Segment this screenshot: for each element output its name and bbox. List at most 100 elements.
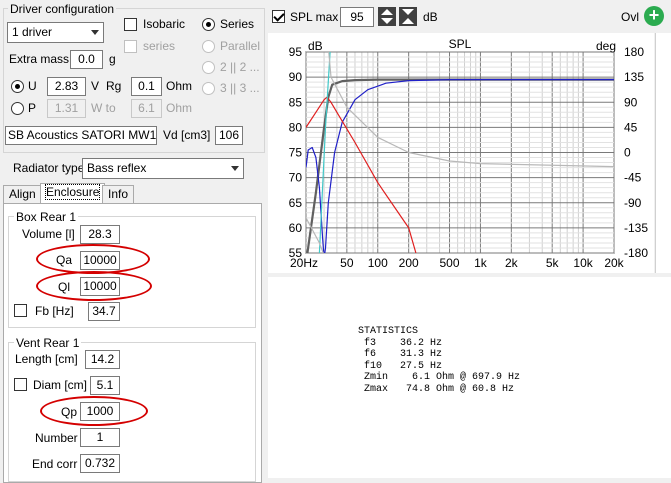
parallel-radio[interactable] bbox=[202, 40, 215, 53]
spl-max-input[interactable]: 95 bbox=[340, 7, 374, 27]
isobaric-checkbox[interactable] bbox=[124, 18, 137, 31]
series-radio-label: Series bbox=[220, 17, 255, 31]
tab-align[interactable]: Align bbox=[3, 185, 42, 203]
stats-row: Zmin 6.1 Ohm @ 697.9 Hz bbox=[358, 372, 520, 383]
stats-row-label: Zmin bbox=[358, 372, 401, 383]
chevron-down-icon bbox=[91, 30, 99, 35]
y-tick-label: 90 bbox=[289, 70, 303, 84]
stats-row-value: 36.2 Hz bbox=[400, 337, 443, 349]
parallel-radio-label: Parallel bbox=[220, 39, 261, 53]
p-input[interactable]: 1.31 bbox=[47, 99, 86, 118]
tab-enclosure[interactable]: Enclosure bbox=[40, 183, 106, 204]
qa-label: Qa bbox=[56, 253, 73, 267]
stats-row-value: 27.5 Hz bbox=[400, 360, 443, 372]
spl-collapse-button[interactable] bbox=[399, 7, 417, 26]
y-tick-label: 75 bbox=[289, 146, 303, 160]
rg-input[interactable]: 0.1 bbox=[131, 77, 162, 96]
tab-enclosure-label: Enclosure bbox=[44, 184, 101, 200]
y2-tick-label: 180 bbox=[624, 45, 644, 59]
qp-input[interactable]: 1000 bbox=[80, 402, 120, 421]
x-tick-label: 200 bbox=[399, 256, 419, 270]
chart-title: SPL bbox=[449, 37, 472, 51]
panel-separator bbox=[3, 152, 265, 153]
chart-grid bbox=[305, 51, 615, 254]
opt-3-label: 3 || 3 ... bbox=[220, 81, 260, 95]
y2-tick-label: -180 bbox=[624, 246, 648, 260]
y2-tick-label: -90 bbox=[624, 196, 642, 210]
extra-mass-input[interactable]: 0.0 bbox=[70, 50, 103, 69]
length-label: Length [cm] bbox=[15, 352, 78, 366]
series-checkbox-label: series bbox=[143, 39, 176, 53]
driver-count-value: 1 driver bbox=[12, 25, 53, 39]
stats-rows: f3 36.2 Hz f6 31.3 Hz f10 27.5 Hz Zmin 6… bbox=[358, 338, 520, 395]
fb-label: Fb [Hz] bbox=[35, 304, 74, 318]
chevron-down-icon bbox=[231, 166, 239, 171]
stats-row: f6 31.3 Hz bbox=[358, 349, 442, 360]
isobaric-label: Isobaric bbox=[143, 17, 186, 31]
qa-input[interactable]: 10000 bbox=[80, 251, 120, 270]
statistics-text: STATISTICS f3 36.2 Hz f6 31.3 Hz f10 27.… bbox=[358, 326, 520, 395]
ql-input[interactable]: 10000 bbox=[80, 277, 120, 296]
stats-row: f3 36.2 Hz bbox=[358, 338, 442, 349]
u-radio[interactable] bbox=[11, 80, 24, 93]
radiator-type-select[interactable]: Bass reflex bbox=[82, 158, 244, 179]
box-rear-title: Box Rear 1 bbox=[14, 210, 79, 224]
endcorr-input[interactable]: 0.732 bbox=[80, 454, 120, 473]
volume-input[interactable]: 28.3 bbox=[80, 225, 120, 244]
x-tick-label: 1k bbox=[474, 256, 488, 270]
x-tick-label: 20Hz bbox=[290, 256, 318, 270]
opt-2-label: 2 || 2 ... bbox=[220, 60, 260, 74]
x-tick-label: 500 bbox=[440, 256, 460, 270]
driver-name-field[interactable]: SB Acoustics SATORI MW19F bbox=[5, 126, 157, 145]
series-checkbox[interactable] bbox=[124, 40, 137, 53]
tab-info-label: Info bbox=[108, 187, 129, 201]
x-tick-label: 20k bbox=[604, 256, 624, 270]
u-unit: V bbox=[91, 79, 100, 93]
number-input[interactable]: 1 bbox=[80, 428, 120, 447]
fb-input[interactable]: 34.7 bbox=[88, 302, 120, 321]
radiator-type-label: Radiator type bbox=[13, 161, 85, 175]
diam-checkbox[interactable] bbox=[14, 378, 27, 391]
u-input[interactable]: 2.83 bbox=[47, 77, 86, 96]
spl-up-button[interactable] bbox=[378, 7, 396, 26]
stats-title: STATISTICS bbox=[358, 326, 419, 337]
y2-tick-label: -45 bbox=[624, 171, 642, 185]
opt-2-radio[interactable] bbox=[202, 61, 215, 74]
spl-max-label: SPL max bbox=[290, 10, 339, 24]
length-input[interactable]: 14.2 bbox=[85, 350, 120, 369]
tab-align-label: Align bbox=[9, 187, 36, 201]
y-tick-label: 80 bbox=[289, 120, 303, 134]
diam-input[interactable]: 5.1 bbox=[90, 376, 120, 395]
y-tick-label: 85 bbox=[289, 95, 303, 109]
x-tick-label: 50 bbox=[340, 256, 354, 270]
y2-tick-label: 135 bbox=[624, 70, 644, 84]
x-tick-label: 10k bbox=[573, 256, 593, 270]
opt-3-radio[interactable] bbox=[202, 82, 215, 95]
y2-tick-label: 0 bbox=[624, 146, 631, 160]
stats-row-value: 74.8 Ohm @ 60.8 Hz bbox=[400, 383, 515, 395]
p-radio[interactable] bbox=[11, 102, 24, 115]
fb-checkbox[interactable] bbox=[14, 304, 27, 317]
x-tick-label: 100 bbox=[368, 256, 388, 270]
x-tick-label: 2k bbox=[505, 256, 519, 270]
p-label: P bbox=[28, 101, 37, 115]
stats-row: f10 27.5 Hz bbox=[358, 361, 442, 372]
endcorr-label: End corr bbox=[32, 457, 78, 471]
spl-db-unit: dB bbox=[423, 10, 438, 24]
series-radio[interactable] bbox=[202, 18, 215, 31]
rg-label: Rg bbox=[106, 79, 122, 93]
add-icon[interactable]: + bbox=[644, 6, 664, 26]
qp-label: Qp bbox=[61, 405, 78, 419]
y-tick-label: 95 bbox=[289, 45, 303, 59]
tab-info[interactable]: Info bbox=[102, 185, 135, 203]
volume-label: Volume [l] bbox=[22, 227, 75, 241]
driver-count-select[interactable]: 1 driver bbox=[7, 22, 104, 43]
vent-rear-title: Vent Rear 1 bbox=[14, 336, 82, 350]
y2-tick-label: 45 bbox=[624, 120, 638, 134]
y2-tick-label: -135 bbox=[624, 221, 648, 235]
spl-max-checkbox[interactable] bbox=[272, 10, 285, 23]
vd-input[interactable]: 106 bbox=[215, 126, 243, 145]
stats-row: Zmax 74.8 Ohm @ 60.8 Hz bbox=[358, 384, 514, 395]
stats-row-label: Zmax bbox=[358, 383, 401, 395]
wto-input[interactable]: 6.1 bbox=[131, 99, 162, 118]
